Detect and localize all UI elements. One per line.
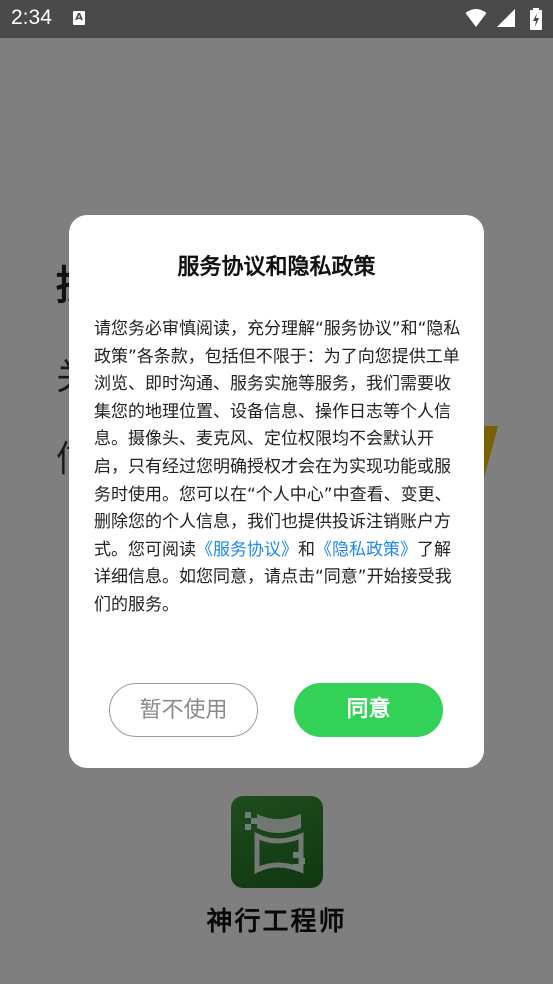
- dialog-body: 请您务必审慎阅读，充分理解“服务协议”和“隐私政策”各条款，包括但不限于：为了向…: [94, 316, 462, 620]
- notification-a-icon: A: [73, 11, 85, 25]
- decline-button[interactable]: 暂不使用: [109, 683, 258, 737]
- wifi-icon: [465, 9, 487, 27]
- signal-icon: [496, 9, 515, 27]
- dialog-title: 服务协议和隐私政策: [177, 255, 376, 280]
- status-icons: [465, 8, 543, 30]
- dialog-body-text-1: 请您务必审慎阅读，充分理解“服务协议”和“隐私政策”各条款，包括但不限于：为了向…: [94, 319, 461, 560]
- dialog-and-text: 和: [298, 539, 315, 560]
- privacy-policy-link[interactable]: 《隐私政策》: [315, 540, 417, 560]
- battery-icon: [530, 8, 542, 30]
- status-bar: 2:34 A: [0, 0, 553, 38]
- status-time: 2:34: [11, 6, 52, 29]
- privacy-dialog: 服务协议和隐私政策 请您务必审慎阅读，充分理解“服务协议”和“隐私政策”各条款，…: [69, 215, 484, 768]
- agree-button[interactable]: 同意: [294, 683, 443, 737]
- service-agreement-link[interactable]: 《服务协议》: [196, 540, 298, 560]
